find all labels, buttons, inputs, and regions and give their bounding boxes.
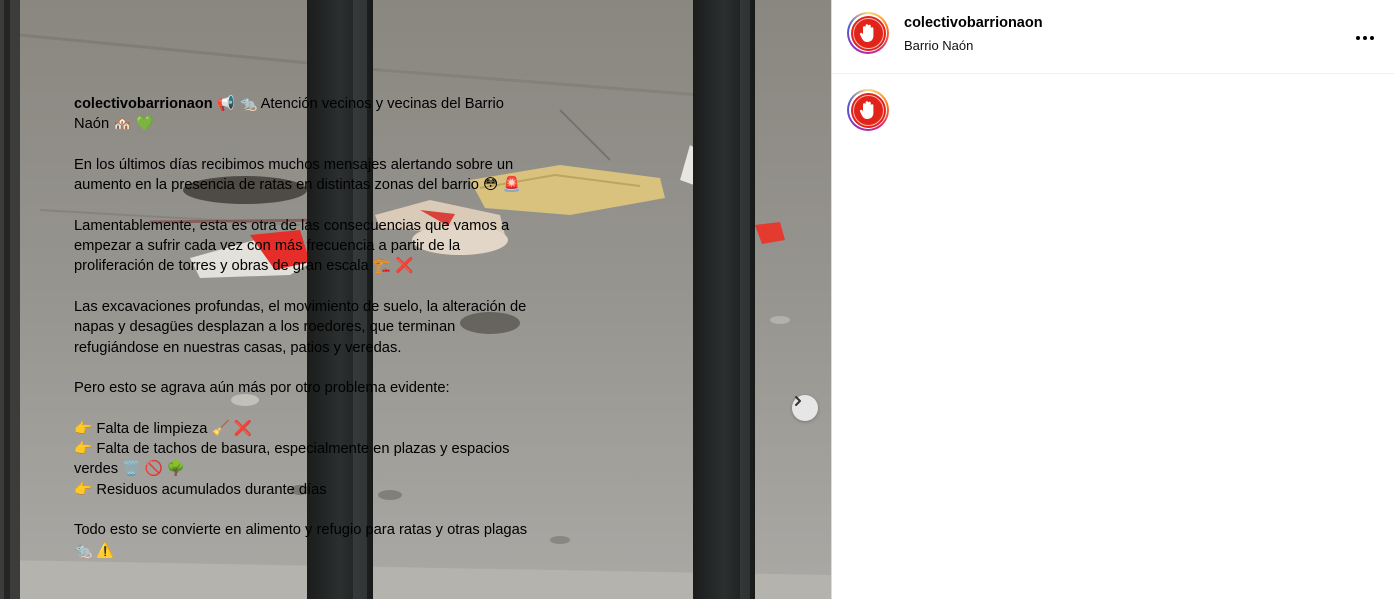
raised-hand-logo-icon — [859, 24, 874, 42]
raised-hand-logo-icon — [859, 101, 874, 119]
caption-bullet: 👉 Residuos acumulados durante días — [74, 481, 327, 498]
caption-bullet: 👉 Falta de tachos de basura, especialmen… — [74, 441, 510, 478]
location-link[interactable]: Barrio Naón — [904, 38, 973, 53]
avatar[interactable] — [847, 12, 889, 54]
header-username-link[interactable]: colectivobarrionaon — [904, 15, 1043, 31]
caption-bullet: 👉 Falta de limpieza 🧹 ❌ — [74, 420, 253, 437]
more-options-icon — [1355, 28, 1376, 43]
caption-avatar[interactable] — [847, 89, 889, 131]
chevron-right-icon — [795, 396, 801, 406]
next-photo-button[interactable] — [792, 395, 818, 421]
caption-paragraph: En los últimos días recibimos muchos men… — [74, 156, 521, 194]
caption-first-line: colectivobarrionaon 📢 🐀 Atención vecinos… — [74, 94, 534, 135]
post-side-panel: colectivobarrionaon Barrio Naón — [832, 0, 1394, 599]
caption-paragraph: Las excavaciones profundas, el movimient… — [74, 298, 527, 356]
caption-text: colectivobarrionaon 📢 🐀 Atención vecinos… — [74, 94, 534, 561]
caption-paragraph: Todo esto se convierte en alimento y ref… — [74, 522, 528, 559]
caption-paragraph: Pero esto se agrava aún más por otro pro… — [74, 380, 450, 397]
caption-paragraph: Lamentablemente, esta es otra de las con… — [74, 217, 510, 275]
caption-username-link[interactable]: colectivobarrionaon — [74, 96, 213, 112]
post-header: colectivobarrionaon Barrio Naón — [832, 0, 1394, 74]
more-options-button[interactable] — [1350, 22, 1380, 48]
